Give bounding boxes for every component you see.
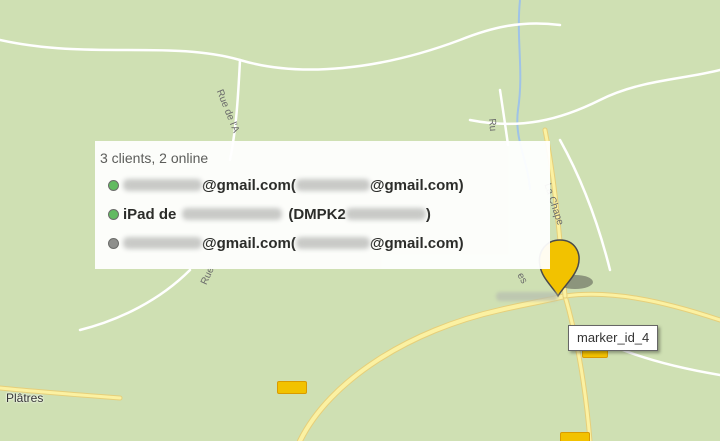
client-row[interactable]: @gmail.com ( @gmail.com)	[108, 175, 464, 195]
road-shield	[560, 432, 590, 441]
clients-info-window: 3 clients, 2 online @gmail.com ( @gmail.…	[95, 141, 550, 269]
redacted-text	[295, 179, 370, 191]
client-name: @gmail.com	[202, 234, 291, 252]
clients-summary: 3 clients, 2 online	[100, 150, 209, 166]
road-shield	[277, 381, 307, 394]
client-id: @gmail.com)	[369, 234, 464, 252]
client-row[interactable]: @gmail.com ( @gmail.com)	[108, 233, 464, 253]
road-label: Ru	[486, 118, 499, 132]
redacted-text	[182, 208, 283, 220]
redacted-text	[295, 237, 370, 249]
online-status-icon	[108, 179, 119, 191]
client-id: @gmail.com)	[369, 176, 464, 194]
place-label-platres: Plâtres	[6, 391, 44, 405]
redacted-text	[123, 179, 202, 191]
client-name: iPad de	[123, 205, 177, 223]
client-name: @gmail.com	[202, 176, 291, 194]
client-id: (DMPK2	[288, 205, 346, 223]
redacted-text	[345, 208, 426, 220]
marker-tooltip: marker_id_4	[568, 325, 659, 351]
online-status-icon	[108, 208, 119, 220]
map-marker[interactable]	[538, 238, 582, 298]
redacted-text	[123, 237, 202, 249]
client-row[interactable]: iPad de (DMPK2 )	[108, 204, 431, 224]
client-id-close: )	[425, 205, 431, 223]
offline-status-icon	[108, 237, 119, 249]
map-canvas[interactable]: Rue de l'A Ru Rue La Chape es Plâtres 3 …	[0, 0, 720, 441]
